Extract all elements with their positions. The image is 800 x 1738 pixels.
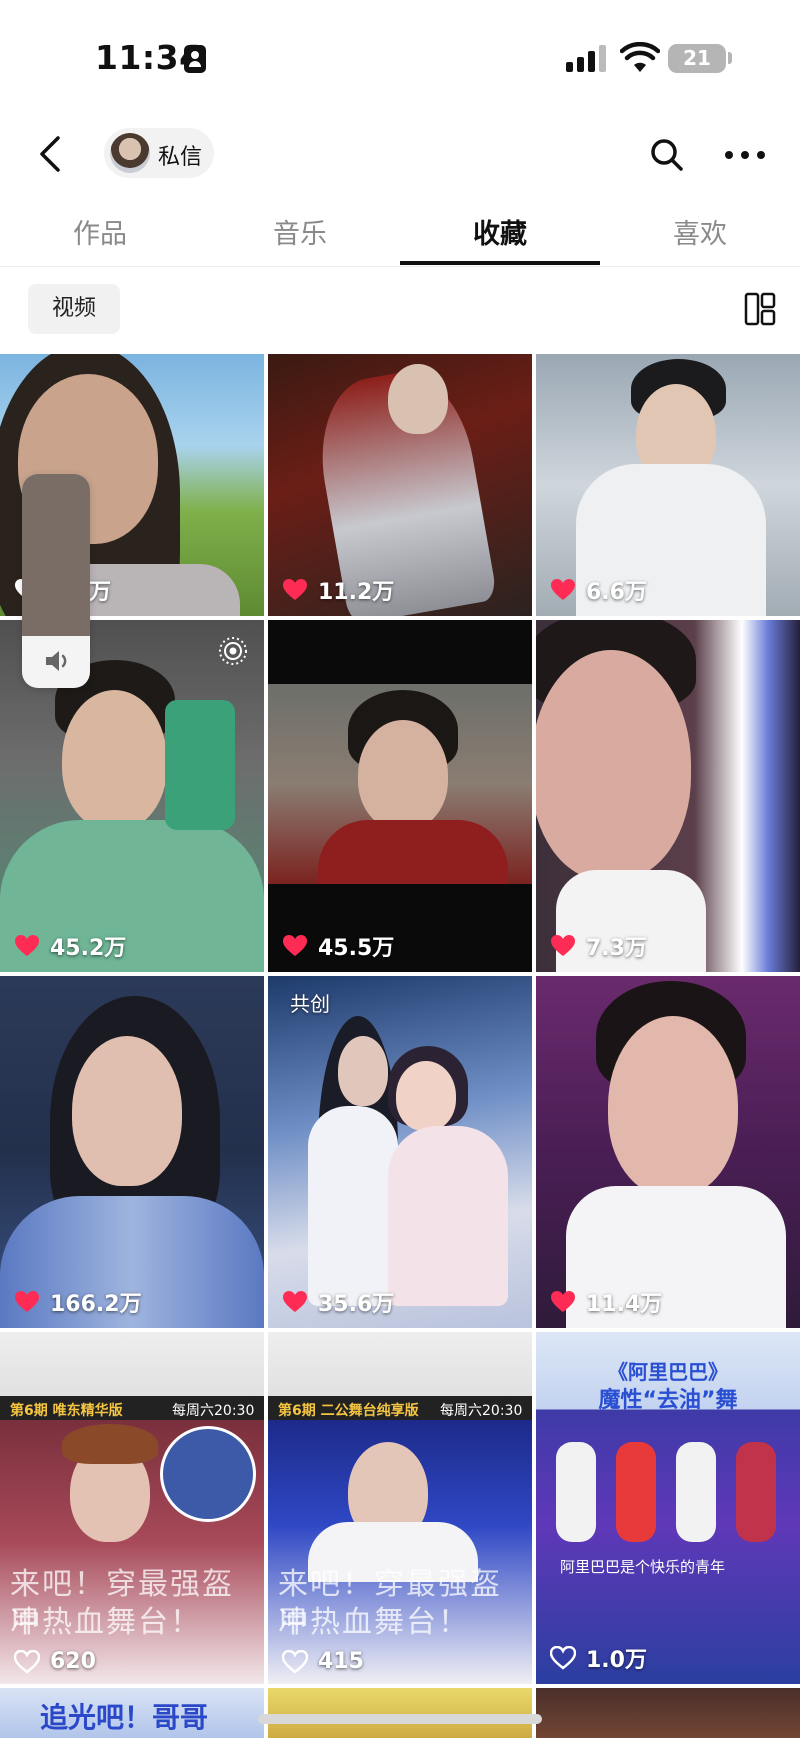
like-count: 45.5万: [282, 930, 394, 962]
tab-favorites[interactable]: 收藏: [400, 212, 600, 251]
video-thumbnail[interactable]: [536, 1688, 800, 1738]
video-title-line: 魔性“去油”舞: [598, 1388, 738, 1413]
video-thumbnail[interactable]: 45.5万: [268, 620, 532, 972]
like-count-label: 1.0万: [586, 1648, 647, 1673]
like-count-label: 45.5万: [318, 936, 395, 961]
video-thumbnail[interactable]: 11.4万: [536, 976, 800, 1328]
heart-icon: [283, 935, 307, 956]
heart-outline-icon: [550, 1646, 576, 1670]
video-thumbnail[interactable]: 追光吧！哥哥: [0, 1688, 264, 1738]
speaker-icon: [46, 651, 67, 671]
heart-icon: [15, 1291, 39, 1312]
video-title-line: 追光吧！哥哥: [40, 1701, 209, 1734]
like-count: 6.6万: [550, 574, 647, 606]
video-thumbnail[interactable]: 11.2万: [268, 354, 532, 616]
like-count-label: 11.4万: [586, 1292, 663, 1317]
more-options-icon[interactable]: [722, 136, 768, 174]
like-count: 1.0万: [550, 1642, 647, 1674]
like-count: 45.2万: [14, 930, 126, 962]
schedule-banner: 每周六20:30: [440, 1403, 523, 1419]
layout-toggle-icon[interactable]: [744, 292, 776, 326]
contact-card-icon: [184, 45, 206, 73]
video-title-line: 《阿里巴巴》: [608, 1360, 728, 1384]
co-creation-tag: 共创: [290, 992, 330, 1016]
like-count: 166.2万: [14, 1286, 142, 1318]
like-count: 11.2万: [282, 574, 394, 606]
back-button[interactable]: [28, 130, 76, 178]
video-thumbnail[interactable]: 《阿里巴巴》 魔性“去油”舞 阿里巴巴是个快乐的青年 1.0万: [536, 1332, 800, 1684]
like-count: 7.3万: [550, 930, 647, 962]
wifi-icon: [620, 42, 660, 72]
filter-video-chip[interactable]: 视频: [28, 284, 120, 334]
divider: [0, 266, 800, 267]
video-thumbnail[interactable]: 共创 35.6万: [268, 976, 532, 1328]
tab-works[interactable]: 作品: [0, 212, 200, 251]
like-count-label: 11.2万: [318, 580, 395, 605]
active-tab-indicator: [400, 261, 600, 265]
volume-slider[interactable]: [22, 474, 90, 688]
heart-icon: [283, 579, 307, 600]
like-count: 620: [14, 1649, 96, 1674]
heart-icon: [551, 579, 575, 600]
video-thumbnail[interactable]: 第6期 二公舞台纯享版 每周六20:30 来吧！穿最强盔甲 冲热血舞台！ 415: [268, 1332, 532, 1684]
video-thumbnail[interactable]: [268, 1688, 532, 1738]
overlay-caption-line: 冲热血舞台！: [278, 1605, 470, 1640]
direct-message-button[interactable]: 私信: [104, 128, 214, 178]
search-icon[interactable]: [648, 136, 686, 174]
video-thumbnail[interactable]: 第6期 唯东精华版 每周六20:30 来吧！穿最强盔甲 冲热血舞台！ 620: [0, 1332, 264, 1684]
video-caption: 阿里巴巴是个快乐的青年: [560, 1558, 726, 1576]
live-photo-icon: [219, 637, 247, 665]
like-count-label: 415: [318, 1649, 364, 1674]
video-grid: 9.0万 11.2万 6.6万 45.2万: [0, 354, 800, 1738]
like-count: 35.6万: [282, 1286, 394, 1318]
episode-banner: 第6期 唯东精华版: [10, 1403, 123, 1419]
like-count-label: 35.6万: [318, 1292, 395, 1317]
video-thumbnail[interactable]: 7.3万: [536, 620, 800, 972]
tab-likes[interactable]: 喜欢: [600, 212, 800, 251]
tab-music[interactable]: 音乐: [200, 212, 400, 251]
heart-icon: [15, 935, 39, 956]
heart-icon: [551, 1291, 575, 1312]
heart-icon: [283, 1291, 307, 1312]
avatar: [110, 133, 150, 173]
like-count: 11.4万: [550, 1286, 662, 1318]
heart-outline-icon: [282, 1649, 308, 1674]
home-indicator: [258, 1714, 542, 1724]
battery-tip: [728, 52, 732, 64]
status-bar: 11:34 21: [0, 0, 800, 110]
video-thumbnail[interactable]: 166.2万: [0, 976, 264, 1328]
like-count-label: 166.2万: [50, 1292, 142, 1317]
like-count-label: 45.2万: [50, 936, 127, 961]
profile-tabs: 作品 音乐 收藏 喜欢: [0, 200, 800, 266]
heart-outline-icon: [14, 1649, 40, 1674]
schedule-banner: 每周六20:30: [172, 1403, 255, 1419]
episode-banner: 第6期 二公舞台纯享版: [278, 1403, 419, 1419]
like-count-label: 7.3万: [586, 936, 647, 961]
overlay-caption-line: 冲热血舞台！: [10, 1605, 202, 1640]
video-thumbnail[interactable]: 6.6万: [536, 354, 800, 616]
battery-indicator: 21: [668, 44, 726, 73]
direct-message-label: 私信: [158, 145, 203, 170]
like-count-label: 620: [50, 1649, 96, 1674]
volume-level: [22, 474, 90, 636]
heart-icon: [551, 935, 575, 956]
cellular-signal-icon: [566, 44, 608, 72]
like-count-label: 6.6万: [586, 580, 647, 605]
like-count: 415: [282, 1649, 364, 1674]
